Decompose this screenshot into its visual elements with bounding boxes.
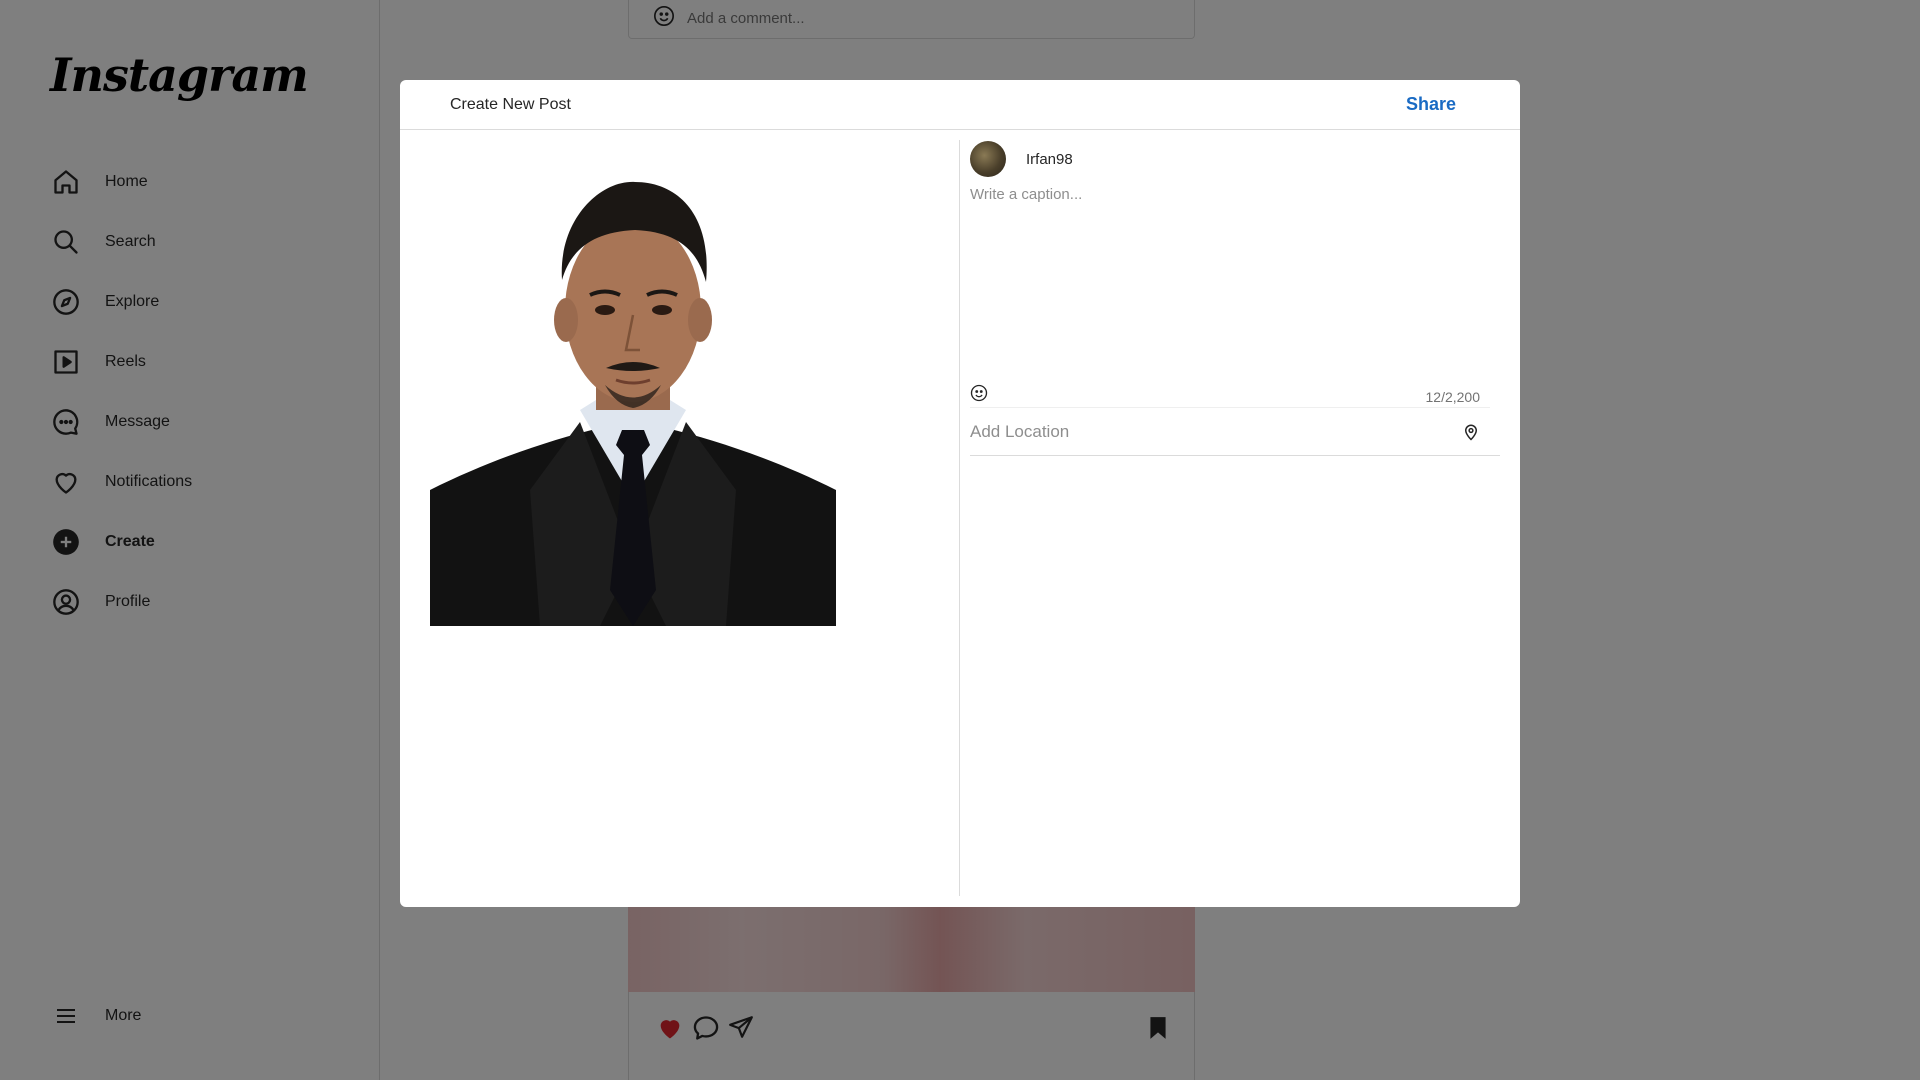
- post-photo: [430, 160, 836, 626]
- post-photo-graphic: [430, 160, 836, 626]
- username[interactable]: Irfan98: [1026, 151, 1073, 168]
- post-details-pane: Irfan98 12/2,200: [970, 140, 1500, 896]
- location-row: [970, 408, 1500, 456]
- share-button[interactable]: Share: [1406, 94, 1456, 115]
- character-count: 12/2,200: [1425, 389, 1481, 405]
- user-row: Irfan98: [970, 140, 1073, 178]
- caption-footer: 12/2,200: [970, 382, 1490, 408]
- caption-input[interactable]: [970, 186, 1490, 376]
- pane-divider: [959, 140, 960, 896]
- modal-title: Create New Post: [450, 96, 571, 113]
- avatar[interactable]: [970, 141, 1006, 177]
- create-post-modal: Create New Post Share Irfan98 Write a ca…: [400, 80, 1520, 907]
- location-pin-icon[interactable]: [1462, 422, 1480, 447]
- modal-header: Create New Post Share: [400, 80, 1520, 130]
- emoji-icon[interactable]: [970, 384, 988, 407]
- location-input[interactable]: [970, 421, 1440, 442]
